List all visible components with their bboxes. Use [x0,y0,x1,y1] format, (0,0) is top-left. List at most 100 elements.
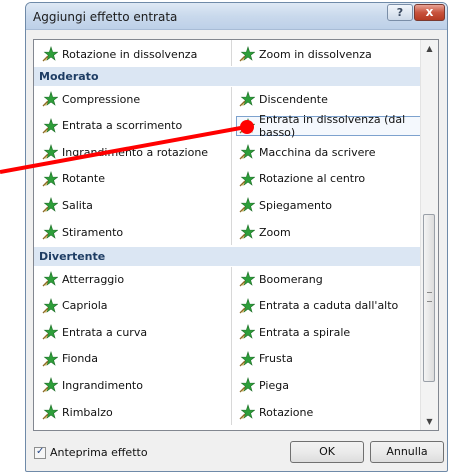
effect-label: Rotante [62,172,105,186]
effect-star-icon [239,224,255,240]
effect-label: Macchina da scrivere [259,145,376,159]
effect-star-icon [42,91,58,107]
list-item[interactable]: Spiegamento [239,195,332,215]
effect-star-icon [42,197,58,213]
effect-label: Entrata a spirale [259,325,351,339]
effect-label: Piega [259,378,289,392]
effect-star-icon [42,144,58,160]
list-item[interactable]: Salita [42,195,93,215]
list-item[interactable]: Capriola [42,296,108,316]
effect-star-icon [239,404,255,420]
help-button[interactable]: ? [387,4,413,21]
effect-label: Ingrandimento [62,378,143,392]
effect-label: Ingrandimento a rotazione [62,145,209,159]
list-item[interactable]: Fionda [42,349,98,369]
list-item[interactable]: Stiramento [42,222,123,242]
section-header-divertente: Divertente [34,247,422,266]
effect-star-icon [239,324,255,340]
cancel-button[interactable]: Annulla [370,441,444,463]
effect-star-icon [239,297,255,314]
column-divider [231,267,232,425]
column-divider [231,87,232,245]
effect-label: Discendente [259,92,328,106]
dialog-title: Aggiungi effetto entrata [33,10,178,24]
effect-label: Fionda [62,352,99,366]
title-bar[interactable]: Aggiungi effetto entrata ? x [26,3,447,30]
list-item[interactable]: Macchina da scrivere [239,142,375,162]
effect-star-icon [42,404,58,420]
preview-label[interactable]: Anteprima effetto [50,446,148,459]
preview-checkbox-group[interactable]: ✓ Anteprima effetto [34,446,148,459]
list-item[interactable]: Compressione [42,89,140,109]
effect-star-icon [239,46,255,62]
effect-star-icon [42,271,58,287]
add-entrance-effect-dialog: Aggiungi effetto entrata ? x Rotazione i… [25,2,448,472]
section-header-moderato: Moderato [34,67,422,86]
list-item[interactable]: Rimbalzo [42,402,113,422]
effect-label: Atterraggio [62,272,125,286]
effect-star-icon [42,224,58,240]
close-button[interactable]: x [414,4,445,21]
effect-star-icon [239,170,255,187]
list-item[interactable]: Rotazione [239,402,313,422]
effect-label: Entrata a scorrimento [62,119,183,133]
effect-star-icon [239,197,255,213]
effect-star-icon [239,144,255,160]
thumb-grip-icon [427,292,432,302]
effect-star-icon [42,117,58,134]
effect-label: Entrata a curva [62,325,148,339]
list-item[interactable]: Ingrandimento [42,375,143,395]
list-item[interactable]: Entrata a curva [42,322,147,342]
effect-star-icon [239,271,255,287]
effects-list: Rotazione in dissolvenza Zoom in dissolve… [33,39,439,431]
effect-label: Rotazione [259,405,314,419]
effect-label: Zoom in dissolvenza [259,47,372,61]
list-item[interactable]: Rotante [42,169,105,189]
list-item[interactable]: Piega [239,375,289,395]
effect-star-icon [42,297,58,314]
effect-star-icon [239,350,255,367]
list-item[interactable]: Entrata a spirale [239,322,350,342]
effect-label: Zoom [259,225,291,239]
list-item[interactable]: Zoom [239,222,291,242]
list-item[interactable]: Discendente [239,89,328,109]
list-item[interactable]: Frusta [239,349,293,369]
list-item[interactable]: Atterraggio [42,269,124,289]
list-item[interactable]: Rotazione in dissolvenza [42,44,197,64]
effect-label: Entrata in dissolvenza (dal basso) [259,112,406,139]
list-item[interactable]: Entrata in dissolvenza (dal basso) [236,112,426,139]
vertical-scrollbar[interactable]: ▲ ▼ [420,40,438,430]
effect-star-icon [42,324,58,340]
effect-star-icon [239,377,255,393]
effect-label: Stiramento [62,225,124,239]
effect-star-icon [42,170,58,187]
list-item[interactable]: Entrata a scorrimento [42,116,182,136]
effect-star-icon [42,350,58,367]
list-item[interactable]: Rotazione al centro [239,169,365,189]
scrollbar-thumb[interactable] [423,214,435,382]
effect-label: Spiegamento [259,198,333,212]
effect-star-icon [239,91,255,107]
effect-star-icon [239,117,255,134]
effect-label: Capriola [62,299,108,313]
list-item[interactable]: Ingrandimento a rotazione [42,142,208,162]
scroll-down-arrow-icon[interactable]: ▼ [421,417,438,426]
ok-button[interactable]: OK [290,441,364,463]
effect-star-icon [42,46,58,62]
effect-label: Boomerang [259,272,323,286]
effect-label: Rotazione al centro [259,172,366,186]
checkmark-icon: ✓ [36,445,45,457]
list-item[interactable]: Zoom in dissolvenza [239,44,372,64]
effect-label: Entrata a caduta dall'alto [259,299,399,313]
effect-star-icon [42,377,58,393]
preview-checkbox[interactable]: ✓ [34,445,46,459]
effect-label: Rotazione in dissolvenza [62,47,198,61]
list-item[interactable]: Boomerang [239,269,323,289]
effect-label: Compressione [62,92,141,106]
effect-label: Rimbalzo [62,405,113,419]
list-item[interactable]: Entrata a caduta dall'alto [239,296,398,316]
column-divider [231,40,232,66]
effect-label: Frusta [259,352,293,366]
scroll-up-arrow-icon[interactable]: ▲ [421,44,438,53]
effect-label: Salita [62,198,93,212]
